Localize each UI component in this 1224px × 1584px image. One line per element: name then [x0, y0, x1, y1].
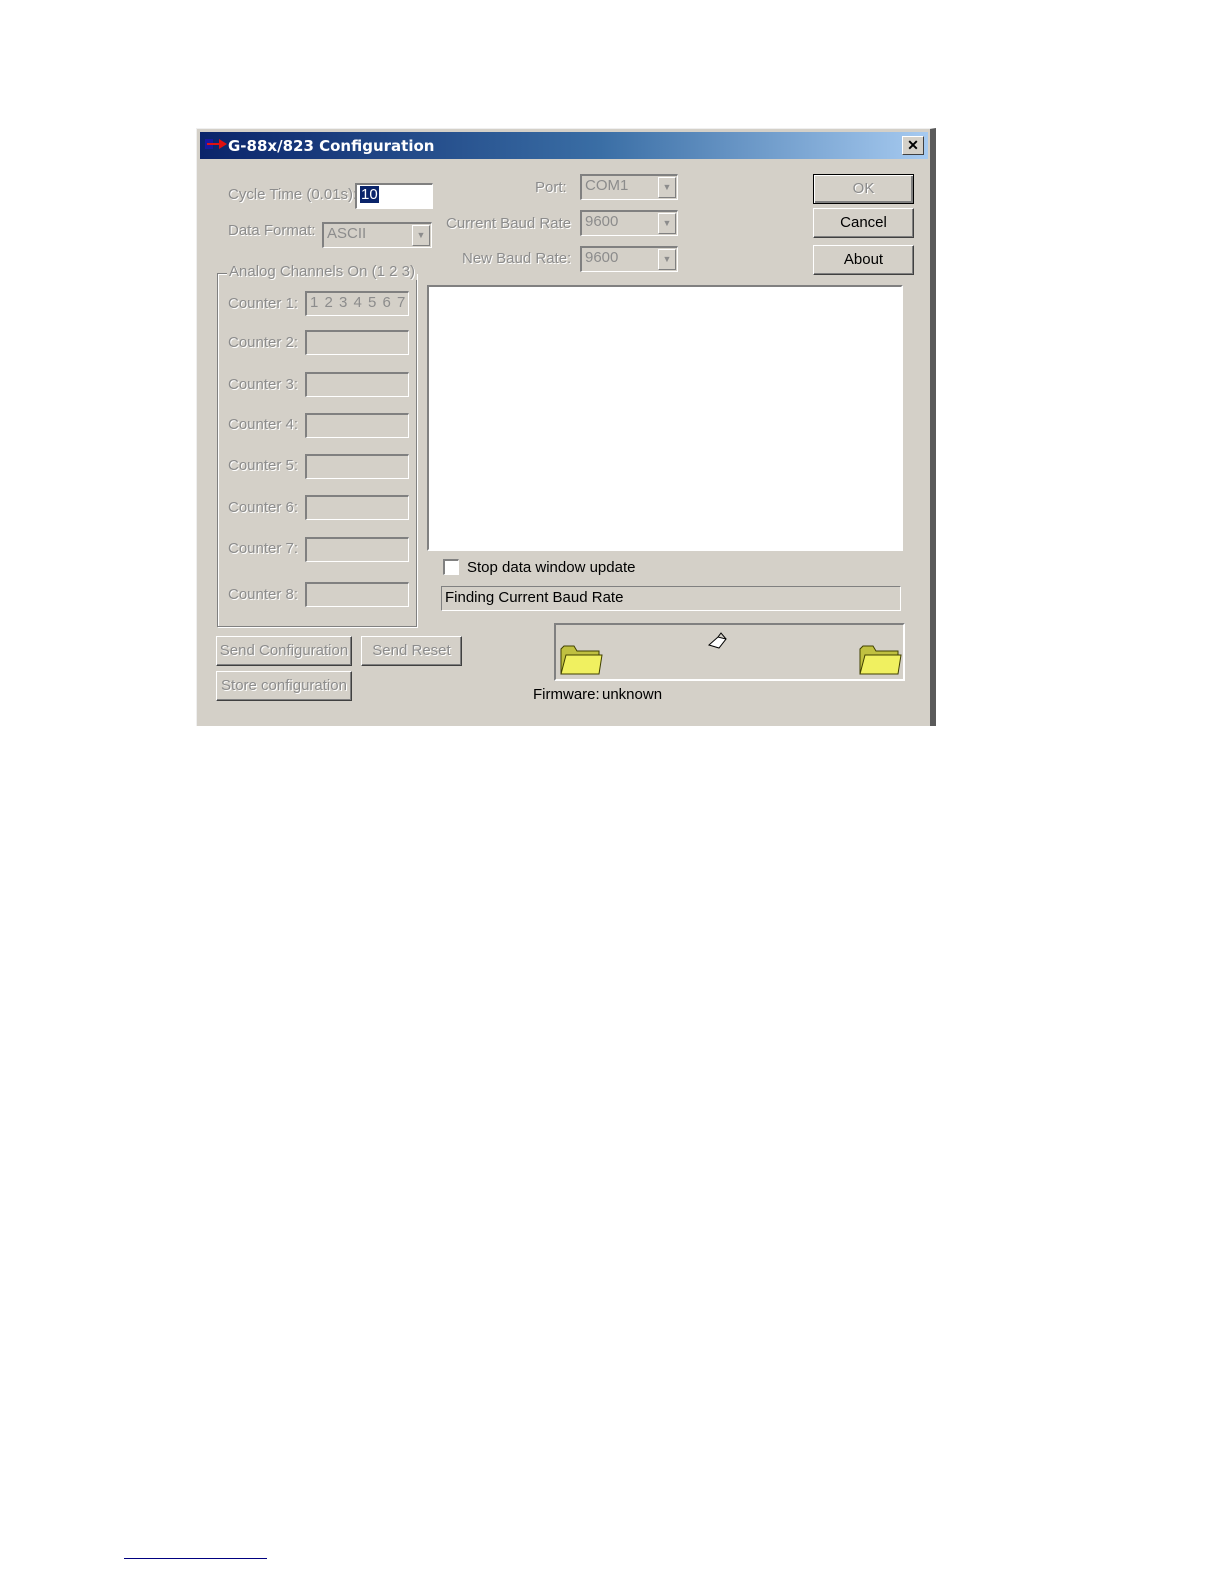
current-baud-select[interactable]: 9600 ▼	[580, 210, 678, 236]
folder-icon	[859, 645, 902, 675]
send-reset-button[interactable]: Send Reset	[361, 636, 462, 666]
counter-2-input[interactable]	[305, 330, 409, 355]
counter-7-input[interactable]	[305, 537, 409, 562]
data-format-label: Data Format:	[228, 222, 316, 239]
new-baud-label: New Baud Rate:	[462, 250, 572, 267]
title-bar[interactable]: G-88x/823 Configuration ✕	[200, 132, 928, 159]
close-icon: ✕	[907, 137, 919, 153]
port-label: Port:	[535, 179, 567, 196]
footnote-divider	[124, 1558, 267, 1559]
store-configuration-button[interactable]: Store configuration	[216, 671, 352, 701]
dropdown-arrow-icon[interactable]: ▼	[658, 213, 676, 234]
ok-button[interactable]: OK	[813, 174, 914, 204]
new-baud-select[interactable]: 9600 ▼	[580, 246, 678, 272]
current-baud-value: 9600	[585, 213, 619, 230]
counter-7-label: Counter 7:	[228, 540, 299, 557]
port-select[interactable]: COM1 ▼	[580, 174, 678, 200]
counter-4-label: Counter 4:	[228, 416, 299, 433]
firmware-value: unknown	[602, 686, 663, 703]
dropdown-arrow-icon[interactable]: ▼	[412, 225, 430, 246]
port-value: COM1	[585, 177, 629, 194]
counter-8-input[interactable]	[305, 582, 409, 607]
close-button[interactable]: ✕	[902, 136, 924, 155]
counter-1-input[interactable]: 1 2 3 4 5 6 7 8	[305, 291, 409, 316]
status-field: Finding Current Baud Rate	[441, 586, 901, 611]
counter-2-label: Counter 2:	[228, 334, 299, 351]
stop-update-label[interactable]: Stop data window update	[467, 559, 635, 576]
data-window[interactable]	[427, 285, 903, 551]
counter-3-label: Counter 3:	[228, 376, 299, 393]
counter-6-input[interactable]	[305, 495, 409, 520]
cycle-time-value: 10	[360, 186, 379, 203]
send-configuration-button[interactable]: Send Configuration	[216, 636, 352, 666]
dropdown-arrow-icon[interactable]: ▼	[658, 249, 676, 270]
counter-8-label: Counter 8:	[228, 586, 299, 603]
folder-icon	[560, 645, 603, 675]
new-baud-value: 9600	[585, 249, 619, 266]
counter-1-label: Counter 1:	[228, 295, 299, 312]
stop-update-checkbox[interactable]	[443, 559, 459, 575]
firmware-label: Firmware:	[533, 686, 600, 703]
counter-4-input[interactable]	[305, 413, 409, 438]
cancel-button[interactable]: Cancel	[813, 208, 914, 238]
analog-channels-group	[217, 273, 417, 627]
current-baud-label: Current Baud Rate	[446, 215, 572, 232]
transfer-animation	[554, 623, 905, 681]
counter-3-input[interactable]	[305, 372, 409, 397]
cycle-time-input[interactable]: 10	[355, 183, 433, 209]
dropdown-arrow-icon[interactable]: ▼	[658, 177, 676, 198]
counter-5-label: Counter 5:	[228, 457, 299, 474]
paper-transfer-icon	[707, 632, 727, 649]
about-button[interactable]: About	[813, 245, 914, 275]
data-format-select[interactable]: ASCII ▼	[322, 222, 432, 248]
cycle-time-label: Cycle Time (0.01s):	[228, 186, 358, 203]
analog-channels-legend: Analog Channels On (1 2 3)	[227, 263, 417, 280]
counter-5-input[interactable]	[305, 454, 409, 479]
app-arrow-icon	[205, 139, 227, 149]
dialog-title: G-88x/823 Configuration	[228, 137, 435, 155]
configuration-dialog: G-88x/823 Configuration ✕ Cycle Time (0.…	[196, 128, 936, 726]
data-format-value: ASCII	[327, 225, 367, 242]
counter-6-label: Counter 6:	[228, 499, 299, 516]
